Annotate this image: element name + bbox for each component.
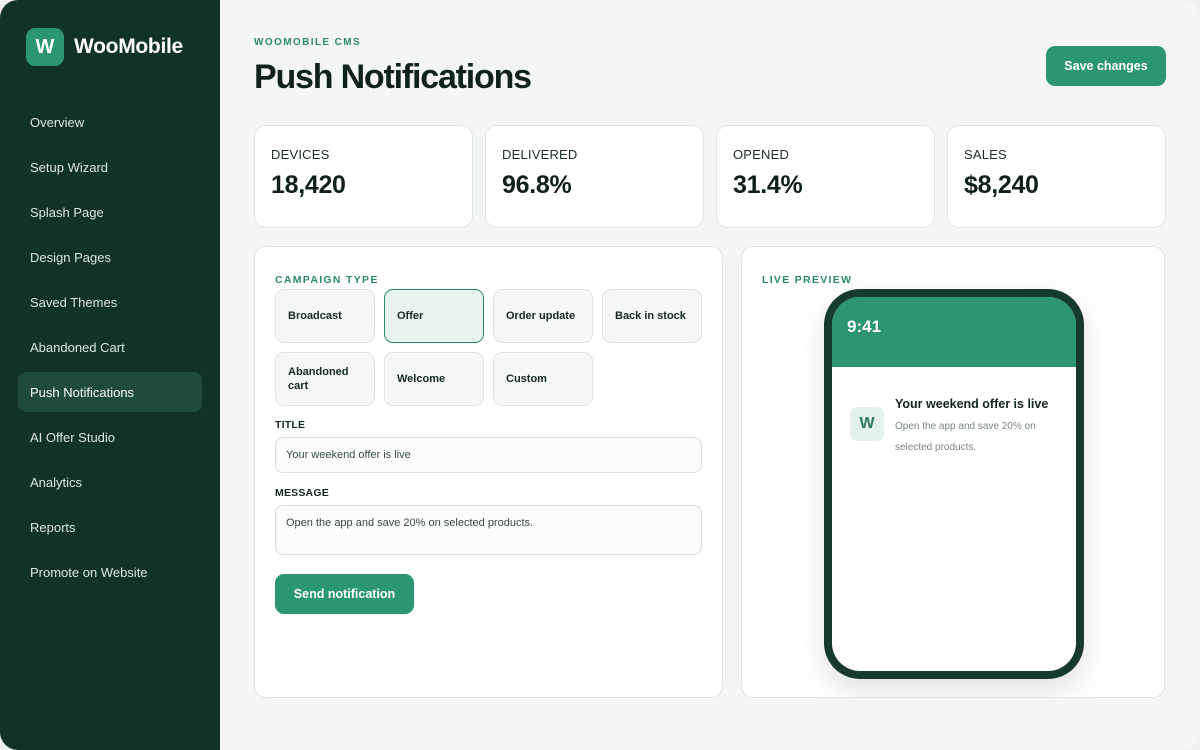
campaign-type-broadcast[interactable]: Broadcast — [275, 289, 375, 343]
sidebar: W WooMobile Overview Setup Wizard Splash… — [0, 0, 220, 750]
sidebar-item-abandoned-cart[interactable]: Abandoned Cart — [18, 327, 202, 367]
campaign-type-abandoned-cart[interactable]: Abandoned cart — [275, 352, 375, 406]
send-notification-button[interactable]: Send notification — [275, 574, 414, 614]
page-title: Push Notifications — [254, 58, 532, 96]
brand[interactable]: W WooMobile — [26, 28, 183, 66]
phone-mockup: 9:41 W Your weekend offer is live Open t… — [824, 289, 1084, 679]
stat-card-devices: DEVICES 18,420 — [254, 125, 473, 228]
app-icon: W — [850, 407, 884, 441]
notification-body: Open the app and save 20% on selected pr… — [895, 421, 1036, 453]
stat-value: 96.8% — [502, 171, 572, 199]
live-preview-panel: LIVE PREVIEW 9:41 W Your weekend offer i… — [741, 246, 1165, 698]
message-textarea[interactable]: Open the app and save 20% on selected pr… — [275, 505, 702, 555]
campaign-type-back-in-stock[interactable]: Back in stock — [602, 289, 702, 343]
page-eyebrow: WOOMOBILE CMS — [254, 37, 362, 48]
stat-label: DELIVERED — [502, 147, 578, 162]
phone-time: 9:41 — [847, 317, 882, 336]
sidebar-item-overview[interactable]: Overview — [18, 102, 202, 142]
sidebar-item-design-pages[interactable]: Design Pages — [18, 237, 202, 277]
phone-status-bar: 9:41 — [832, 297, 1076, 367]
stat-label: DEVICES — [271, 147, 330, 162]
sidebar-item-promote-on-website[interactable]: Promote on Website — [18, 552, 202, 592]
live-preview-label: LIVE PREVIEW — [762, 274, 853, 286]
brand-name: WooMobile — [74, 35, 183, 58]
sidebar-item-push-notifications[interactable]: Push Notifications — [18, 372, 202, 412]
app-window: W WooMobile Overview Setup Wizard Splash… — [0, 0, 1200, 750]
campaign-panel: CAMPAIGN TYPE Broadcast Offer Order upda… — [254, 246, 723, 698]
sidebar-nav: Overview Setup Wizard Splash Page Design… — [18, 102, 202, 597]
campaign-type-welcome[interactable]: Welcome — [384, 352, 484, 406]
campaign-type-label: CAMPAIGN TYPE — [275, 274, 379, 286]
title-field-label: TITLE — [275, 419, 306, 431]
stat-value: 31.4% — [733, 171, 803, 199]
sidebar-item-analytics[interactable]: Analytics — [18, 462, 202, 502]
brand-logo-icon: W — [26, 28, 64, 66]
stat-label: OPENED — [733, 147, 790, 162]
message-field-label: MESSAGE — [275, 487, 329, 499]
campaign-type-custom[interactable]: Custom — [493, 352, 593, 406]
stat-value: $8,240 — [964, 171, 1039, 199]
sidebar-item-splash-page[interactable]: Splash Page — [18, 192, 202, 232]
sidebar-item-ai-offer-studio[interactable]: AI Offer Studio — [18, 417, 202, 457]
stat-card-sales: SALES $8,240 — [947, 125, 1166, 228]
stat-card-opened: OPENED 31.4% — [716, 125, 935, 228]
title-input[interactable] — [275, 437, 702, 473]
sidebar-item-setup-wizard[interactable]: Setup Wizard — [18, 147, 202, 187]
phone-screen: 9:41 W Your weekend offer is live Open t… — [832, 297, 1076, 671]
sidebar-item-saved-themes[interactable]: Saved Themes — [18, 282, 202, 322]
stat-card-delivered: DELIVERED 96.8% — [485, 125, 704, 228]
stat-label: SALES — [964, 147, 1007, 162]
sidebar-item-reports[interactable]: Reports — [18, 507, 202, 547]
campaign-type-order-update[interactable]: Order update — [493, 289, 593, 343]
stat-value: 18,420 — [271, 171, 346, 199]
save-changes-button[interactable]: Save changes — [1046, 46, 1166, 86]
campaign-type-offer[interactable]: Offer — [384, 289, 484, 343]
notification-title: Your weekend offer is live — [895, 397, 1049, 411]
